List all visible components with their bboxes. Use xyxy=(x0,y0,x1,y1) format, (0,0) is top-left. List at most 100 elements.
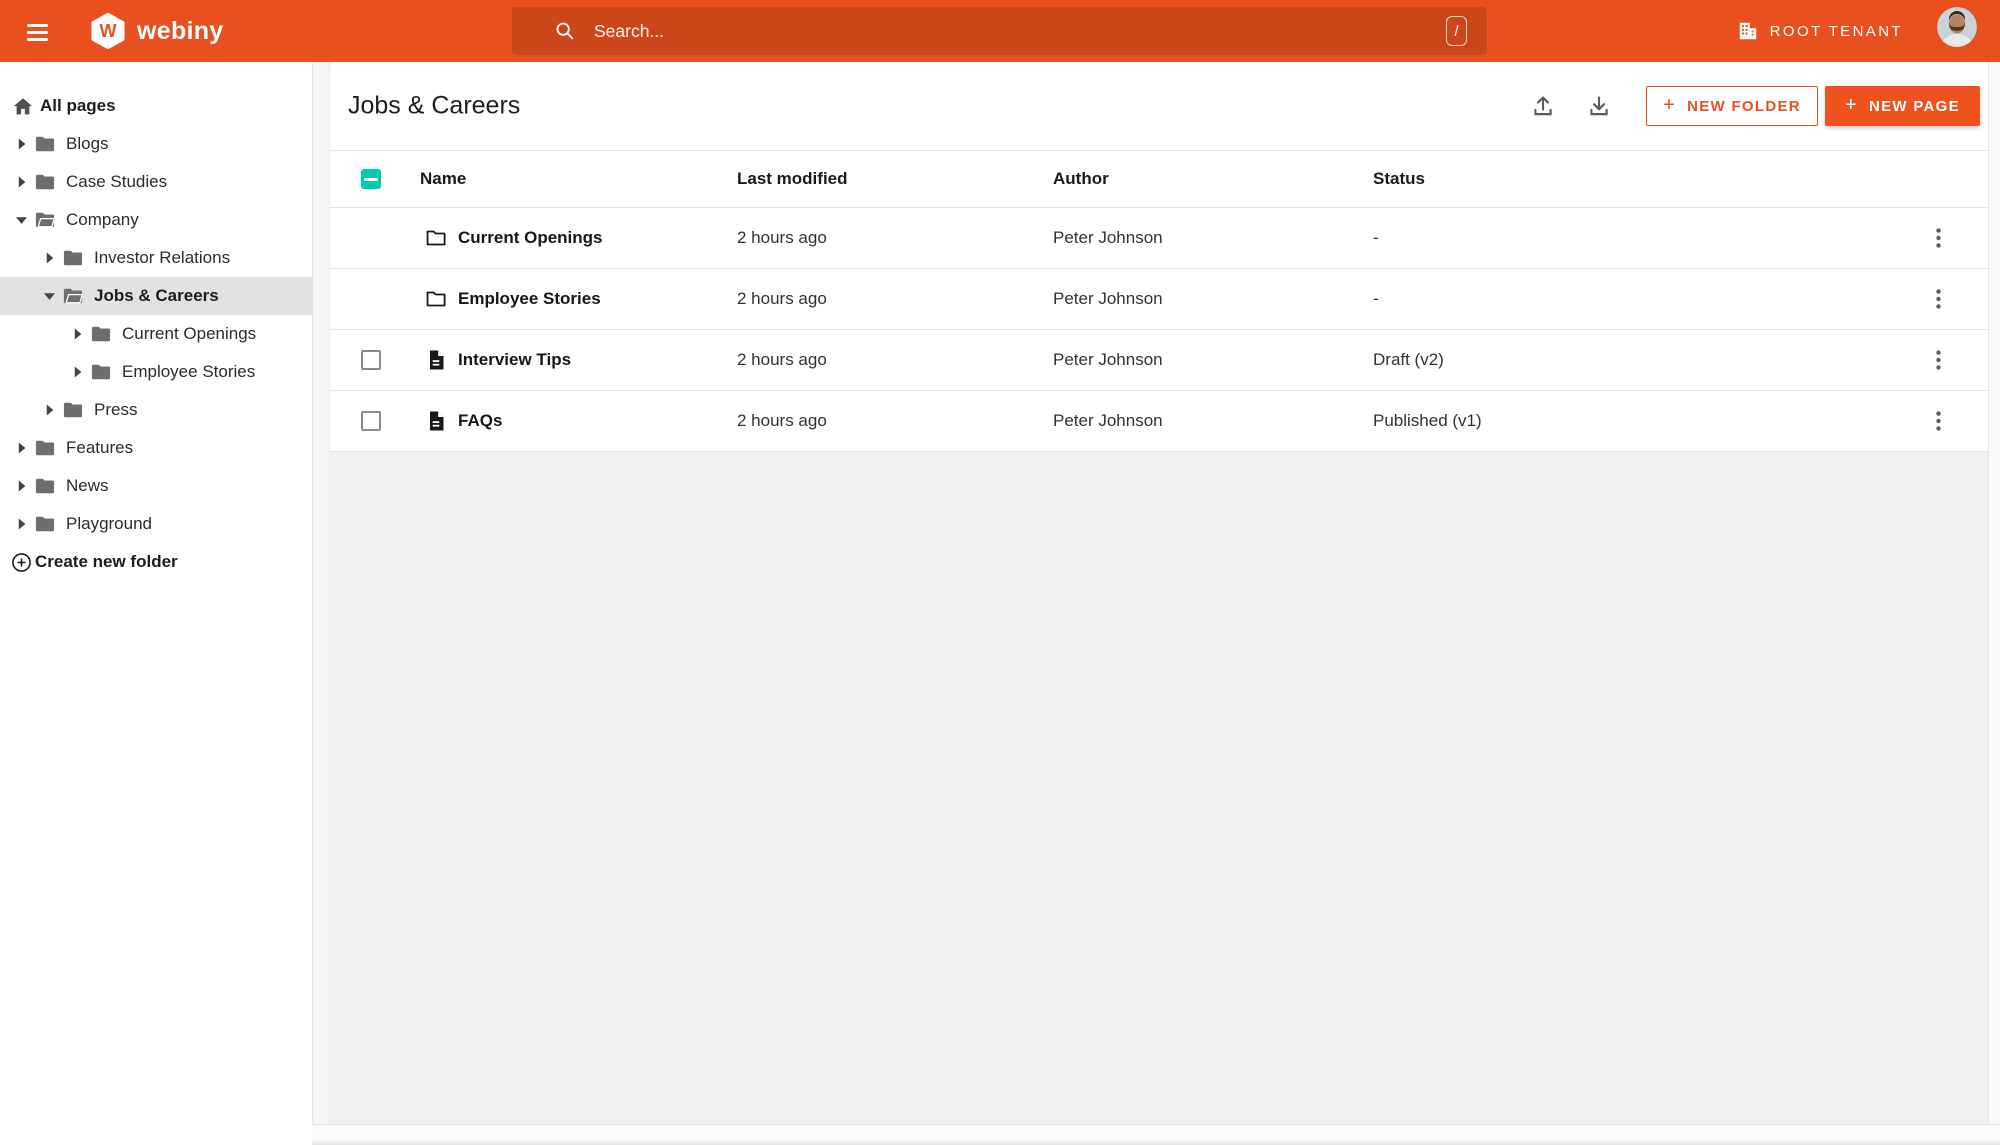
webiny-logo[interactable]: W webiny xyxy=(90,12,224,50)
row-checkbox[interactable] xyxy=(361,411,381,431)
table-row-faqs[interactable]: FAQs 2 hours ago Peter Johnson Published… xyxy=(330,391,1988,452)
sidebar-item-playground[interactable]: Playground xyxy=(0,505,312,543)
search-bar[interactable]: / xyxy=(512,7,1487,55)
chevron-right-icon[interactable] xyxy=(44,252,55,264)
chevron-right-icon[interactable] xyxy=(44,404,55,416)
new-folder-button[interactable]: + NEW FOLDER xyxy=(1646,86,1818,126)
sidebar-item-label: Jobs & Careers xyxy=(94,286,219,305)
tenant-selector[interactable]: ROOT TENANT xyxy=(1737,0,1903,62)
column-header-name: Name xyxy=(420,169,467,188)
row-name[interactable]: Current Openings xyxy=(458,228,603,248)
search-icon xyxy=(554,20,576,42)
folder-icon xyxy=(34,172,56,192)
sidebar-item-news[interactable]: News xyxy=(0,467,312,505)
empty-checkbox-icon[interactable] xyxy=(361,350,381,370)
user-avatar[interactable] xyxy=(1937,7,1977,47)
sidebar-item-label: News xyxy=(66,476,109,495)
sidebar-item-features[interactable]: Features xyxy=(0,429,312,467)
export-download-button[interactable] xyxy=(1585,92,1613,120)
import-upload-button[interactable] xyxy=(1529,92,1557,120)
chevron-right-icon[interactable] xyxy=(16,176,27,188)
new-folder-label: NEW FOLDER xyxy=(1687,97,1801,115)
sidebar-item-jobs-careers[interactable]: Jobs & Careers xyxy=(0,277,312,315)
sidebar-item-all-pages[interactable]: All pages xyxy=(0,87,312,125)
folder-icon xyxy=(90,362,112,382)
sidebar-item-press[interactable]: Press xyxy=(0,391,312,429)
sidebar-item-company[interactable]: Company xyxy=(0,201,312,239)
top-bar: W webiny / ROOT TENANT xyxy=(0,0,2000,62)
hamburger-menu-button[interactable] xyxy=(27,24,48,41)
sidebar-item-label: Playground xyxy=(66,514,153,533)
row-name[interactable]: Employee Stories xyxy=(458,289,601,309)
tenant-label: ROOT TENANT xyxy=(1769,22,1903,40)
plus-icon: + xyxy=(1845,93,1858,116)
folder-icon xyxy=(34,476,56,496)
page-document-icon xyxy=(424,409,448,433)
sidebar-item-employee-stories[interactable]: Employee Stories xyxy=(0,353,312,391)
chevron-down-icon[interactable] xyxy=(44,291,55,302)
row-status: - xyxy=(1373,289,1379,308)
row-author: Peter Johnson xyxy=(1053,228,1163,247)
row-checkbox[interactable] xyxy=(361,350,381,370)
folder-icon xyxy=(34,514,56,534)
create-new-folder-button[interactable]: Create new folder xyxy=(0,543,312,581)
folder-icon xyxy=(34,134,56,154)
chevron-right-icon[interactable] xyxy=(16,442,27,454)
chevron-right-icon[interactable] xyxy=(72,328,83,340)
chevron-right-icon[interactable] xyxy=(72,366,83,378)
table-row-employee-stories[interactable]: Employee Stories 2 hours ago Peter Johns… xyxy=(330,269,1988,330)
plus-circle-icon xyxy=(11,552,33,572)
sidebar-item-investor-relations[interactable]: Investor Relations xyxy=(0,239,312,277)
table-header-row: Name Last modified Author Status xyxy=(330,150,1988,208)
page-title: Jobs & Careers xyxy=(348,91,521,120)
upload-icon xyxy=(1534,96,1552,116)
sidebar-item-label: Current Openings xyxy=(122,324,257,343)
main-content: Jobs & Careers + NEW FOLDER + NEW PAGE N… xyxy=(330,62,1988,1145)
svg-text:W: W xyxy=(100,21,117,41)
row-last-modified: 2 hours ago xyxy=(737,411,827,430)
row-menu-button[interactable] xyxy=(1920,220,1956,256)
row-menu-button[interactable] xyxy=(1920,403,1956,439)
building-icon xyxy=(1739,22,1756,40)
row-name[interactable]: FAQs xyxy=(458,411,502,431)
indeterminate-checkbox-icon[interactable] xyxy=(361,169,381,189)
folder-icon xyxy=(424,287,448,311)
create-folder-label: Create new folder xyxy=(35,552,178,571)
row-last-modified: 2 hours ago xyxy=(737,289,827,308)
empty-checkbox-icon[interactable] xyxy=(361,411,381,431)
row-name[interactable]: Interview Tips xyxy=(458,350,571,370)
folder-open-icon xyxy=(62,286,84,306)
row-menu-button[interactable] xyxy=(1920,281,1956,317)
brand-wordmark: webiny xyxy=(137,17,224,45)
chevron-right-icon[interactable] xyxy=(16,518,27,530)
select-all-checkbox[interactable] xyxy=(361,169,381,189)
sidebar-item-label: All pages xyxy=(40,96,116,115)
plus-icon: + xyxy=(1663,93,1677,116)
folder-icon xyxy=(90,324,112,344)
folder-icon xyxy=(424,226,448,250)
kebab-icon xyxy=(1935,289,1941,309)
folder-tree-sidebar: All pages Blogs Case Studies Company Inv… xyxy=(0,62,312,1145)
sidebar-item-label: Investor Relations xyxy=(94,248,231,267)
folder-icon xyxy=(62,400,84,420)
sidebar-item-label: Employee Stories xyxy=(122,362,256,381)
page-document-icon xyxy=(424,348,448,372)
page-header: Jobs & Careers + NEW FOLDER + NEW PAGE xyxy=(330,62,1988,150)
table-row-current-openings[interactable]: Current Openings 2 hours ago Peter Johns… xyxy=(330,208,1988,269)
folder-icon xyxy=(62,248,84,268)
chevron-right-icon[interactable] xyxy=(16,480,27,492)
chevron-down-icon[interactable] xyxy=(16,215,27,226)
sidebar-item-case-studies[interactable]: Case Studies xyxy=(0,163,312,201)
row-menu-button[interactable] xyxy=(1920,342,1956,378)
sidebar-item-current-openings[interactable]: Current Openings xyxy=(0,315,312,353)
kebab-icon xyxy=(1935,350,1941,370)
new-page-button[interactable]: + NEW PAGE xyxy=(1825,86,1980,126)
row-author: Peter Johnson xyxy=(1053,411,1163,430)
chevron-right-icon[interactable] xyxy=(16,138,27,150)
sidebar-item-blogs[interactable]: Blogs xyxy=(0,125,312,163)
search-input[interactable] xyxy=(594,20,1446,42)
table-row-interview-tips[interactable]: Interview Tips 2 hours ago Peter Johnson… xyxy=(330,330,1988,391)
kebab-icon xyxy=(1935,228,1941,248)
kebab-icon xyxy=(1935,411,1941,431)
row-author: Peter Johnson xyxy=(1053,289,1163,308)
